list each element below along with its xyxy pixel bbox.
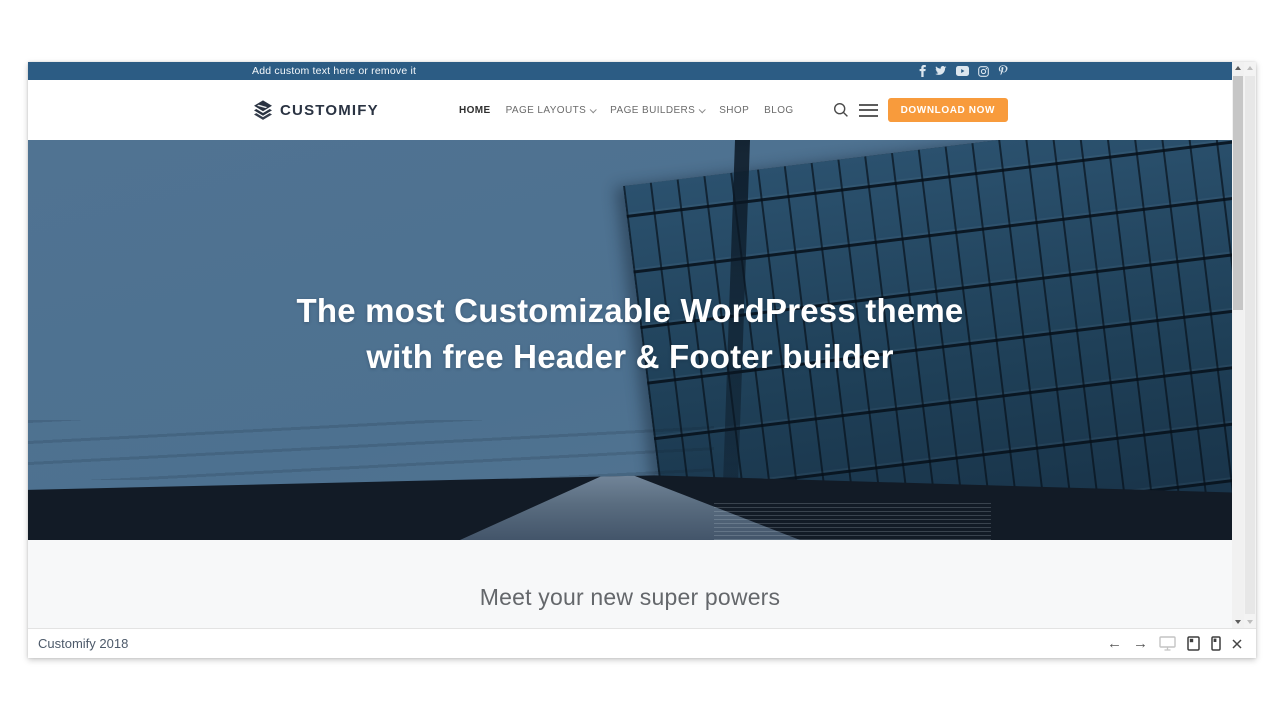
topbar: Add custom text here or remove it: [28, 62, 1232, 80]
preview-toolbar: Customify 2018 ← →: [28, 628, 1256, 658]
scroll-up-icon[interactable]: [1247, 66, 1253, 70]
back-arrow-icon[interactable]: ←: [1107, 636, 1122, 651]
site-preview-frame: Add custom text here or remove it: [28, 62, 1256, 658]
scrollbar-thumb[interactable]: [1233, 76, 1243, 310]
nav-item-blog[interactable]: BLOG: [764, 105, 793, 116]
scroll-down-icon[interactable]: [1235, 620, 1241, 624]
scroll-up-icon[interactable]: [1235, 66, 1241, 70]
youtube-icon[interactable]: [956, 66, 969, 76]
nav-label: PAGE BUILDERS: [610, 105, 695, 116]
social-links: [919, 65, 1008, 78]
nav-label: BLOG: [764, 105, 793, 116]
scroll-down-icon[interactable]: [1247, 620, 1253, 624]
site-title-label: Customify 2018: [38, 636, 128, 651]
main-navigation: HOME PAGE LAYOUTS PAGE BUILDERS: [459, 80, 794, 140]
mobile-preview-icon[interactable]: [1211, 636, 1221, 651]
page-scrollbar[interactable]: [1244, 62, 1256, 628]
scrollbar-thumb[interactable]: [1245, 76, 1255, 614]
menu-toggle-icon[interactable]: [859, 102, 878, 119]
preview-scrollbar[interactable]: [1232, 62, 1244, 628]
tablet-preview-icon[interactable]: [1187, 636, 1200, 651]
close-icon[interactable]: [1232, 639, 1242, 649]
instagram-icon[interactable]: [978, 66, 989, 77]
site-logo[interactable]: CUSTOMIFY: [252, 99, 379, 121]
nav-item-page-layouts[interactable]: PAGE LAYOUTS: [506, 105, 596, 116]
facebook-icon[interactable]: [919, 65, 926, 77]
chevron-down-icon: [699, 106, 706, 113]
site-preview: Add custom text here or remove it: [28, 62, 1232, 628]
topbar-text: Add custom text here or remove it: [252, 65, 416, 77]
pinterest-icon[interactable]: [998, 65, 1008, 78]
nav-item-shop[interactable]: SHOP: [719, 105, 749, 116]
powers-section: Meet your new super powers: [28, 540, 1232, 628]
nav-label: SHOP: [719, 105, 749, 116]
customify-logo-icon: [252, 99, 274, 121]
site-header: CUSTOMIFY HOME PAGE LAYOUTS PAGE: [28, 80, 1232, 140]
desktop-preview-icon[interactable]: [1159, 636, 1176, 651]
powers-heading: Meet your new super powers: [28, 540, 1232, 611]
download-now-button[interactable]: DOWNLOAD NOW: [888, 98, 1008, 122]
nav-label: HOME: [459, 105, 491, 116]
forward-arrow-icon[interactable]: →: [1133, 636, 1148, 651]
logo-text: CUSTOMIFY: [280, 102, 379, 119]
chevron-down-icon: [590, 106, 597, 113]
hero-banner: The most Customizable WordPress theme wi…: [28, 140, 1232, 540]
customizer-preview-window: Add custom text here or remove it: [0, 0, 1280, 720]
twitter-icon[interactable]: [935, 66, 947, 76]
nav-label: PAGE LAYOUTS: [506, 105, 587, 116]
hero-heading: The most Customizable WordPress theme wi…: [28, 288, 1232, 380]
nav-item-home[interactable]: HOME: [459, 105, 491, 116]
nav-item-page-builders[interactable]: PAGE BUILDERS: [610, 105, 704, 116]
search-icon[interactable]: [833, 102, 849, 118]
